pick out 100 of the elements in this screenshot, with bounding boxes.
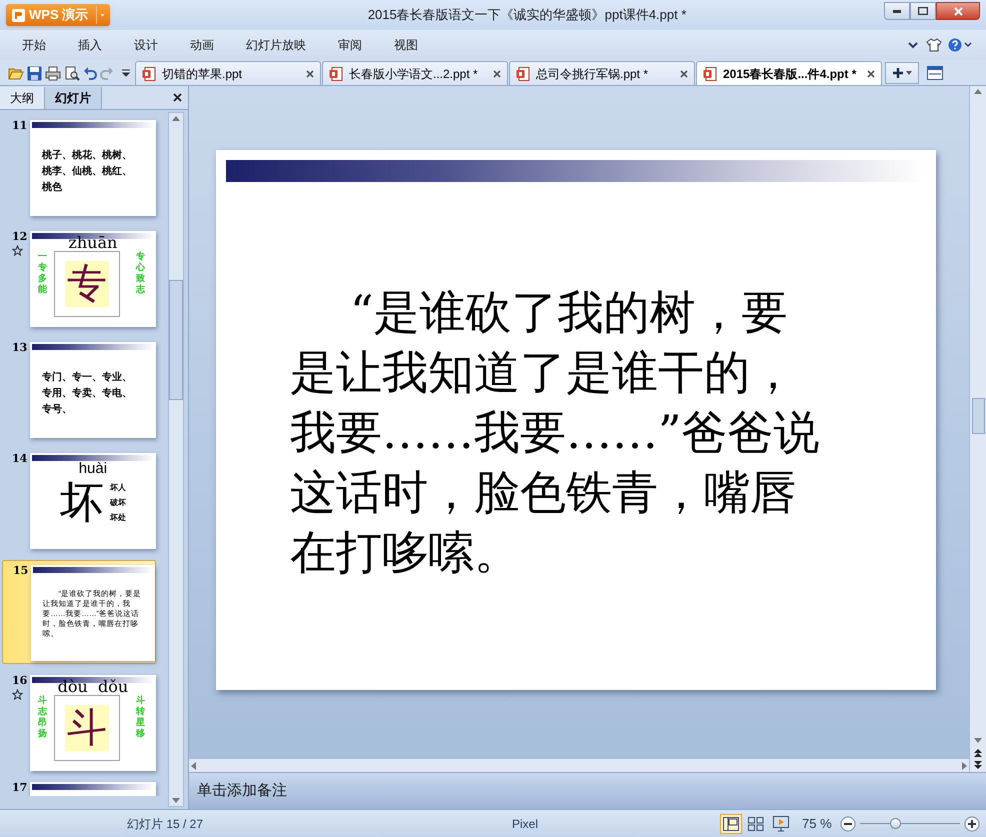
- thumbnail-text: 桃李、仙桃、桃红、: [42, 166, 133, 178]
- minimize-button[interactable]: [884, 2, 910, 20]
- print-preview-icon[interactable]: [64, 66, 80, 80]
- slide-number: 13: [12, 342, 28, 354]
- thumbnail-frame[interactable]: 16 dòu dǒu 斗志昂扬 斗 斗转星移: [2, 671, 156, 775]
- thumbnail-frame[interactable]: 11 桃子、桃花、桃树、 桃李、仙桃、桃红、 桃色: [2, 116, 156, 220]
- thumbnail-frame[interactable]: 17: [2, 778, 156, 796]
- maximize-button[interactable]: [910, 2, 936, 20]
- thumbnail-character: 坏: [60, 477, 104, 529]
- thumbnail-pinyin: zhuān: [68, 235, 118, 251]
- thumbnail-frame[interactable]: 12 zhuān 一专多能 专 专心致志: [2, 227, 156, 331]
- print-icon[interactable]: [45, 66, 61, 80]
- presentation-file-icon: [142, 66, 156, 80]
- dropdown-icon: [96, 6, 106, 24]
- normal-view-button[interactable]: [720, 814, 742, 834]
- document-tab[interactable]: 2015春长春版...件4.ppt *: [696, 61, 882, 85]
- menu-item[interactable]: 审阅: [326, 36, 374, 54]
- caret-icon[interactable]: [964, 42, 972, 48]
- menu-item[interactable]: 开始: [10, 36, 58, 54]
- slide-number: 11: [12, 120, 28, 132]
- presentation-file-icon: [516, 66, 530, 80]
- left-arrow-icon[interactable]: [191, 762, 196, 770]
- panel-tab[interactable]: 大纲: [0, 87, 45, 109]
- close-icon[interactable]: [173, 93, 182, 102]
- slide-text: “是谁砍了我的树，要是让我知道了是谁干的，我要……我要……”爸爸说这话时，脸色铁青，嘴唇在打哆嗦。: [290, 284, 821, 581]
- menu-item[interactable]: 插入: [66, 36, 114, 54]
- thumbnail-text: 坏人: [110, 483, 126, 493]
- up-arrow-icon[interactable]: [172, 116, 180, 121]
- save-icon[interactable]: [27, 66, 42, 80]
- scrollbar[interactable]: [168, 112, 184, 807]
- thumbnail-text: 坏处: [110, 513, 126, 523]
- document-tab[interactable]: 切错的苹果.ppt: [135, 61, 321, 85]
- thumbnail-text: 一专多能: [38, 251, 48, 295]
- logo-icon: [12, 8, 25, 22]
- thumbnail-text: 破坏: [110, 498, 126, 508]
- zoom-slider[interactable]: [860, 818, 960, 830]
- thumbnail-pinyin: dòu dǒu: [58, 679, 128, 695]
- thumbnail-text: 桃子、桃花、桃树、: [42, 150, 133, 162]
- maximize-icon: [918, 7, 928, 15]
- thumbnail-text: 专用、专卖、专电、: [42, 388, 133, 400]
- slide-number: 12: [12, 231, 28, 243]
- scrollbar-thumb[interactable]: [972, 398, 984, 434]
- presentation-file-icon: [703, 66, 717, 80]
- thumbnail-text: 专门、专一、专业、: [42, 372, 133, 384]
- close-icon[interactable]: [867, 70, 875, 78]
- slide-counter: 幻灯片 15 / 27: [126, 816, 204, 832]
- close-icon[interactable]: [493, 70, 501, 78]
- notes-field[interactable]: 单击添加备注: [197, 780, 287, 802]
- right-arrow-icon[interactable]: [962, 762, 967, 770]
- close-icon[interactable]: [680, 70, 688, 78]
- slide-number: 17: [12, 782, 28, 794]
- thumbnail-frame[interactable]: 13 专门、专一、专业、 专用、专卖、专电、 专号、: [2, 338, 156, 442]
- grid-character: 专: [64, 261, 109, 307]
- down-arrow-icon[interactable]: [172, 798, 180, 803]
- minimize-icon: [893, 10, 901, 12]
- document-tab[interactable]: 长春版小学语文...2.ppt *: [322, 61, 508, 85]
- slideshow-button[interactable]: [770, 814, 792, 834]
- slide-number: 14: [12, 453, 28, 465]
- thumbnail-text: 专心致志: [136, 251, 146, 295]
- close-icon: [954, 6, 962, 16]
- scrollbar-thumb[interactable]: [169, 280, 183, 400]
- menu-item[interactable]: 设计: [122, 36, 170, 54]
- slide-canvas[interactable]: “是谁砍了我的树，要是让我知道了是谁干的，我要……我要……”爸爸说这话时，脸色铁青，嘴唇在打哆嗦。: [216, 150, 936, 690]
- grid-character: 斗: [64, 705, 109, 751]
- close-icon[interactable]: [306, 70, 314, 78]
- window-layout-icon[interactable]: [927, 66, 943, 80]
- previous-slide-icon[interactable]: [974, 749, 982, 757]
- close-button[interactable]: [936, 2, 980, 20]
- horizontal-scrollbar[interactable]: [189, 758, 969, 772]
- down-arrow-icon[interactable]: [974, 738, 982, 743]
- menu-item[interactable]: 视图: [382, 36, 430, 54]
- thumbnail-text: 专号、: [42, 404, 73, 416]
- menu-item[interactable]: 幻灯片放映: [234, 36, 318, 54]
- thumbnail-text: 桃色: [42, 182, 63, 194]
- slide-number: 16: [12, 675, 28, 687]
- thumbnail-pinyin: huài: [78, 461, 108, 477]
- caret-icon[interactable]: [121, 69, 131, 77]
- up-arrow-icon[interactable]: [974, 89, 982, 94]
- folder-icon[interactable]: [8, 66, 24, 80]
- undo-icon[interactable]: [83, 66, 97, 80]
- new-tab-button[interactable]: [885, 62, 919, 84]
- menu-item[interactable]: 动画: [178, 36, 226, 54]
- presentation-file-icon: [329, 66, 343, 80]
- panel-tab[interactable]: 幻灯片: [45, 87, 102, 109]
- caret-icon: [906, 71, 912, 75]
- document-tab[interactable]: 总司令挑行军锅.ppt *: [509, 61, 695, 85]
- shirt-icon[interactable]: [926, 38, 942, 52]
- zoom-in-icon[interactable]: [964, 816, 980, 832]
- zoom-slider-thumb[interactable]: [890, 818, 901, 829]
- zoom-percent: 75 %: [802, 814, 832, 833]
- slide-number: 15: [13, 565, 28, 577]
- thumbnail-text: 斗志昂扬: [38, 695, 48, 739]
- next-slide-icon[interactable]: [974, 761, 982, 769]
- vertical-scrollbar[interactable]: [969, 86, 986, 772]
- zoom-out-icon[interactable]: [840, 816, 856, 832]
- theme-name: Pixel: [510, 816, 539, 832]
- chevron-down-icon[interactable]: [908, 41, 918, 49]
- plus-icon: [892, 68, 902, 78]
- thumbnail-text: 斗转星移: [136, 695, 146, 739]
- help-icon[interactable]: [948, 38, 962, 52]
